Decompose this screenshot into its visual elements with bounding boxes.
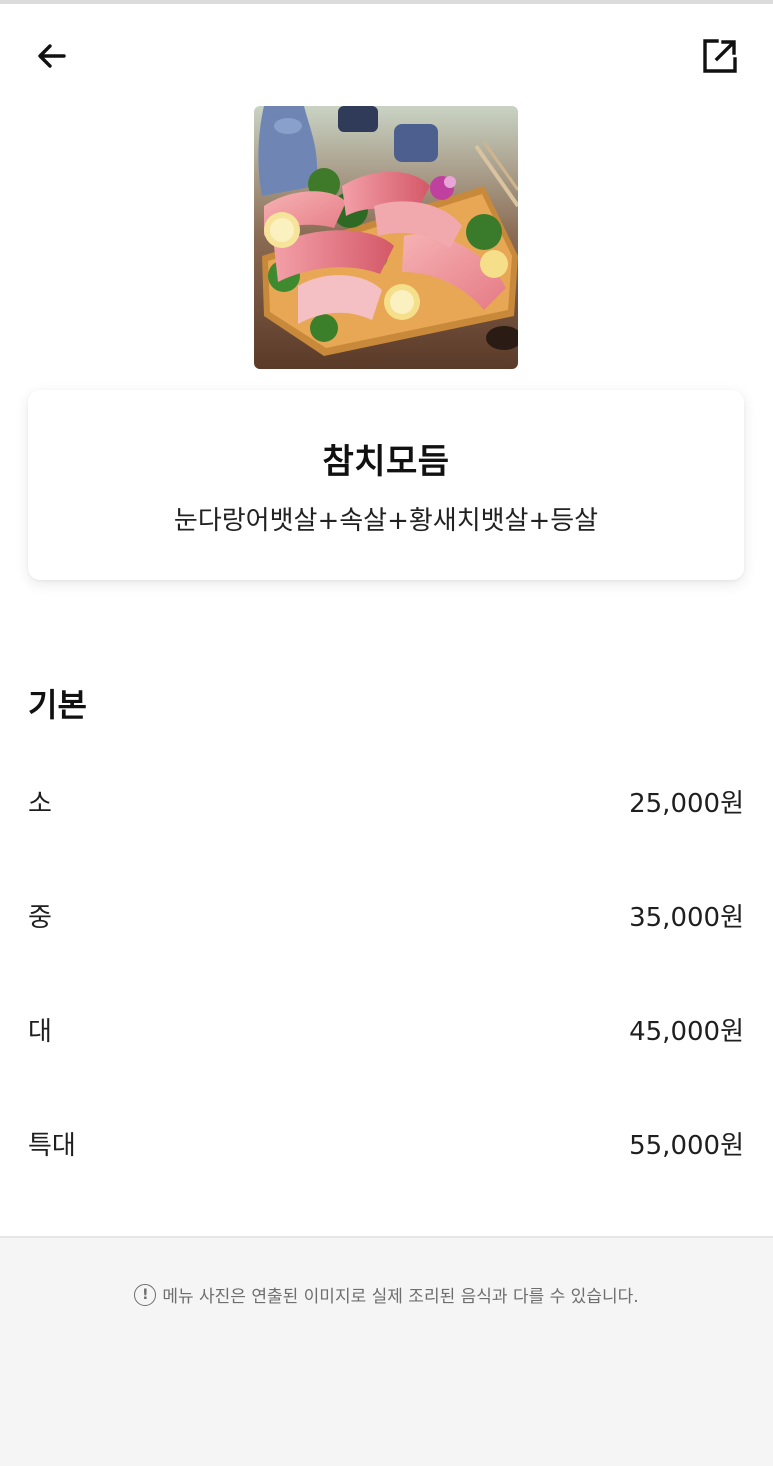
exclamation-circle-icon: ! — [134, 1283, 157, 1306]
price-option-label: 특대 — [28, 1130, 76, 1161]
price-option-row[interactable]: 대 45,000원 — [28, 1004, 744, 1054]
price-option-value: 45,000원 — [629, 1016, 744, 1047]
back-button[interactable] — [28, 32, 76, 80]
footer: ! 메뉴 사진은 연출된 이미지로 실제 조리된 음식과 다를 수 있습니다. — [0, 1236, 773, 1466]
top-bar — [0, 4, 773, 104]
sashimi-platter-image — [254, 106, 518, 369]
menu-name: 참치모듬 — [322, 442, 450, 482]
section-title: 기본 — [28, 686, 87, 724]
price-option-label: 중 — [28, 902, 52, 933]
menu-info-card: 참치모듬 눈다랑어뱃살+속살+황새치뱃살+등살 — [28, 390, 744, 580]
price-option-label: 대 — [28, 1016, 52, 1047]
share-external-icon — [703, 39, 737, 73]
menu-description: 눈다랑어뱃살+속살+황새치뱃살+등살 — [173, 506, 599, 536]
price-option-label: 소 — [28, 788, 52, 819]
photo-disclaimer: ! 메뉴 사진은 연출된 이미지로 실제 조리된 음식과 다를 수 있습니다. — [0, 1282, 773, 1307]
arrow-left-icon — [38, 44, 66, 68]
menu-photo[interactable] — [254, 106, 518, 369]
price-option-row[interactable]: 중 35,000원 — [28, 890, 744, 940]
share-button[interactable] — [696, 32, 744, 80]
price-option-value: 55,000원 — [629, 1130, 744, 1161]
price-option-value: 35,000원 — [629, 902, 744, 933]
price-option-row[interactable]: 소 25,000원 — [28, 776, 744, 826]
price-option-row[interactable]: 특대 55,000원 — [28, 1118, 744, 1168]
price-option-value: 25,000원 — [629, 788, 744, 819]
photo-disclaimer-text: 메뉴 사진은 연출된 이미지로 실제 조리된 음식과 다를 수 있습니다. — [162, 1287, 639, 1307]
